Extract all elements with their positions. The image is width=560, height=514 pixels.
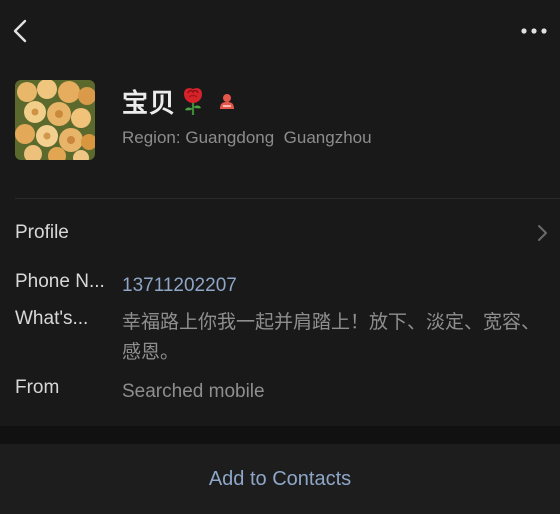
contact-name: 宝贝 [122, 87, 177, 118]
from-value: Searched mobile [122, 381, 265, 402]
avatar[interactable] [15, 80, 95, 160]
red-figure-badge-icon [218, 92, 236, 110]
whats-up-label: What's... [15, 308, 89, 329]
phone-label: Phone N... [15, 271, 105, 292]
section-separator [0, 426, 560, 444]
name-row: 宝贝 [122, 84, 236, 118]
region-value: Guangdong Guangzhou [185, 128, 372, 147]
rose-icon [180, 86, 206, 116]
region-label: Region: [122, 128, 181, 147]
phone-row: Phone N... 13711202207 [15, 271, 545, 301]
whats-up-value: 幸福路上你我一起并肩踏上！放下、淡定、宽容、感恩。 [122, 312, 541, 363]
top-bar [0, 0, 560, 62]
from-row: From Searched mobile [15, 377, 545, 407]
divider [15, 198, 560, 199]
more-options-icon[interactable] [520, 20, 548, 42]
back-icon[interactable] [10, 18, 32, 44]
from-label: From [15, 377, 60, 398]
profile-label: Profile [15, 222, 69, 243]
phone-number-link[interactable]: 13711202207 [122, 271, 542, 301]
profile-row[interactable]: Profile [15, 222, 545, 252]
region-text: Region: Guangdong Guangzhou [122, 128, 372, 148]
add-to-contacts-button[interactable]: Add to Contacts [0, 444, 560, 514]
whats-up-row: What's... 幸福路上你我一起并肩踏上！放下、淡定、宽容、感恩。 [15, 308, 545, 372]
chevron-right-icon[interactable] [536, 223, 548, 243]
